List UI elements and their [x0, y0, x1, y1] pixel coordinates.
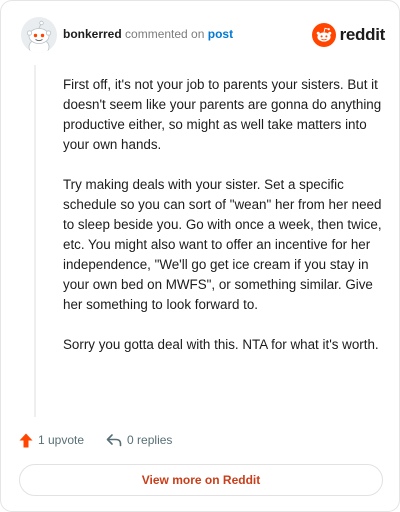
comment-body: First off, it's not your job to parents … [63, 75, 389, 375]
reply-arrow-icon [106, 434, 122, 447]
comment-actions: 1 upvote 0 replies [19, 429, 194, 451]
post-link[interactable]: post [208, 27, 233, 41]
replies-button[interactable]: 0 replies [106, 433, 172, 447]
action-text: commented on [125, 27, 205, 41]
comment-paragraph: Try making deals with your sister. Set a… [63, 177, 382, 312]
comment-header: bonkerred commented on post reddit [15, 15, 385, 55]
snoo-avatar-icon [21, 17, 57, 53]
upvote-count: 1 upvote [38, 433, 85, 447]
comment-paragraph: Sorry you gotta deal with this. NTA for … [63, 337, 379, 352]
view-more-button[interactable]: View more on Reddit [19, 464, 383, 496]
reddit-logo-icon [311, 23, 336, 47]
replies-count: 0 replies [127, 433, 173, 447]
reddit-wordmark: reddit [339, 25, 386, 44]
username-link[interactable]: bonkerred [63, 27, 122, 41]
comment-paragraph: First off, it's not your job to parents … [63, 77, 382, 152]
upvote-arrow-icon [19, 433, 33, 447]
upvote-button[interactable]: 1 upvote [19, 433, 84, 448]
reddit-brand[interactable]: reddit [311, 21, 386, 49]
comment-meta: bonkerred commented on post [63, 27, 233, 41]
comment-embed-card: bonkerred commented on post reddit First… [0, 0, 400, 512]
thread-line [34, 65, 36, 417]
user-avatar[interactable] [21, 17, 57, 53]
